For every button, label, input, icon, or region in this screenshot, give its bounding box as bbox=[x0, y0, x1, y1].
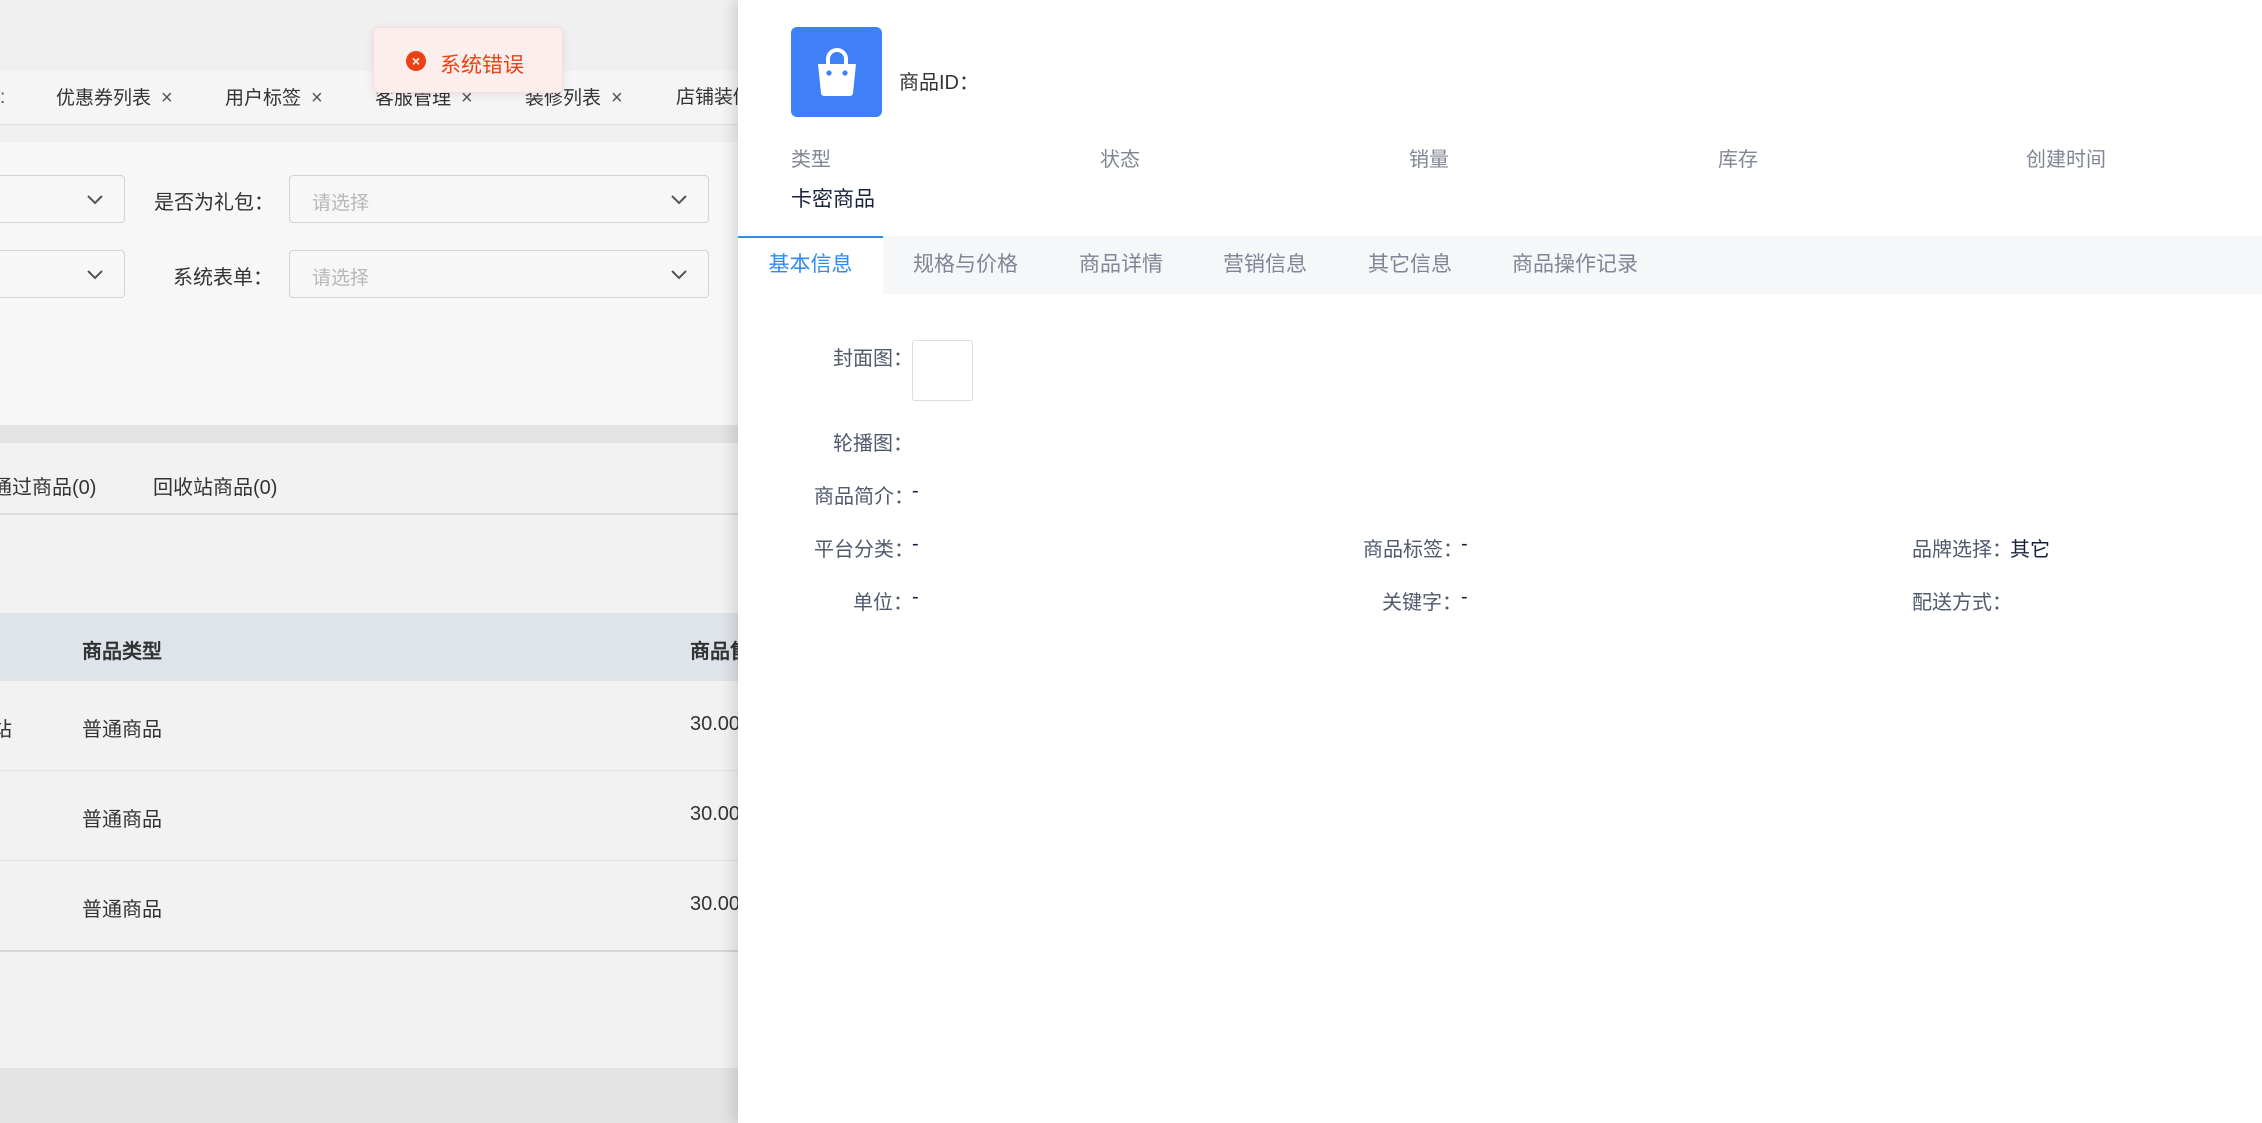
tab-other-info[interactable]: 其它信息 bbox=[1368, 236, 1452, 294]
tab-user-tags[interactable]: 用户标签 × bbox=[225, 71, 323, 125]
gift-filter-select[interactable]: 请选择 bbox=[289, 175, 709, 223]
keyword-value: - bbox=[1461, 586, 1468, 608]
table-header: 商品类型 商品售价 bbox=[0, 613, 770, 681]
tab-basic-info[interactable]: 基本信息 bbox=[738, 236, 883, 294]
tag-value: - bbox=[1461, 533, 1468, 555]
filter-panel: 是否为礼包： 请选择 系统表单： 请选择 bbox=[0, 142, 740, 425]
unit-value: - bbox=[912, 586, 919, 608]
carousel-label: 轮播图： bbox=[833, 433, 913, 455]
table-bottom-border bbox=[0, 950, 740, 952]
keyword-label: 关键字： bbox=[1382, 592, 1462, 614]
tabs-underline bbox=[0, 513, 740, 515]
tab-spec-price[interactable]: 规格与价格 bbox=[913, 236, 1018, 294]
product-list-panel: 通过商品(0) 回收站商品(0) 商品类型 商品售价 站 普通商品 30.00 … bbox=[0, 443, 770, 1068]
unit-label: 单位： bbox=[853, 592, 913, 614]
error-toast: × 系统错误 bbox=[373, 27, 563, 93]
tab-recycle-products[interactable]: 回收站商品(0) bbox=[153, 471, 277, 500]
brand-value: 其它 bbox=[2010, 539, 2050, 561]
intro-value: - bbox=[912, 480, 919, 502]
page-tabs-bar: : 优惠券列表 × 用户标签 × 客服管理 × 装修列表 × 店铺装修 bbox=[0, 71, 752, 125]
intro-label: 商品简介： bbox=[814, 486, 914, 508]
close-icon[interactable]: × bbox=[161, 87, 173, 109]
drawer-tabs: 基本信息 规格与价格 商品详情 营销信息 其它信息 商品操作记录 bbox=[738, 236, 2262, 294]
row-product-price: 30.00 bbox=[690, 713, 741, 735]
stat-sales-label: 销量 bbox=[1409, 149, 1449, 171]
page-bottom-strip bbox=[0, 1068, 740, 1123]
row-product-price: 30.00 bbox=[690, 803, 741, 825]
stat-type-value: 卡密商品 bbox=[791, 188, 875, 211]
category-label: 平台分类： bbox=[814, 539, 914, 561]
tab-label: 优惠券列表 bbox=[56, 88, 152, 109]
table-row[interactable]: 普通商品 30.00 bbox=[0, 771, 740, 861]
product-detail-drawer: 商品ID： 类型 状态 销量 库存 创建时间 卡密商品 基本信息 规格与价格 商… bbox=[738, 0, 2262, 1123]
stat-stock-label: 库存 bbox=[1718, 149, 1758, 171]
tab-label: 用户标签 bbox=[225, 88, 302, 109]
column-product-type: 商品类型 bbox=[82, 641, 162, 663]
table-row[interactable]: 普通商品 30.00 bbox=[0, 861, 740, 951]
shopping-bag-icon bbox=[818, 48, 856, 96]
tag-label: 商品标签： bbox=[1363, 539, 1463, 561]
form-filter-label: 系统表单： bbox=[173, 267, 273, 289]
form-filter-placeholder: 请选择 bbox=[312, 268, 370, 289]
row-product-price: 30.00 bbox=[690, 893, 741, 915]
stat-type-label: 类型 bbox=[791, 149, 831, 171]
cover-image[interactable] bbox=[912, 340, 973, 401]
close-icon[interactable]: × bbox=[311, 87, 323, 109]
chevron-down-icon bbox=[671, 270, 687, 280]
chevron-down-icon bbox=[87, 270, 103, 280]
chevron-down-icon bbox=[87, 195, 103, 205]
gift-filter-placeholder: 请选择 bbox=[312, 193, 370, 214]
form-filter-select[interactable]: 请选择 bbox=[289, 250, 709, 298]
toast-message: 系统错误 bbox=[440, 54, 524, 77]
chevron-down-icon bbox=[671, 195, 687, 205]
stat-status-label: 状态 bbox=[1100, 149, 1140, 171]
row-product-type: 普通商品 bbox=[82, 899, 162, 921]
section-divider bbox=[0, 425, 740, 443]
tab-failed-products[interactable]: 通过商品(0) bbox=[0, 471, 96, 500]
brand-label: 品牌选择： bbox=[1912, 539, 2012, 561]
cover-label: 封面图： bbox=[833, 348, 913, 370]
tab-coupon-list[interactable]: 优惠券列表 × bbox=[56, 71, 173, 125]
stat-created-label: 创建时间 bbox=[2026, 149, 2106, 171]
close-icon[interactable]: × bbox=[611, 87, 623, 109]
row-product-type: 普通商品 bbox=[82, 719, 162, 741]
gift-filter-label: 是否为礼包： bbox=[154, 192, 274, 214]
delivery-label: 配送方式： bbox=[1912, 592, 2012, 614]
tab-operation-log[interactable]: 商品操作记录 bbox=[1512, 236, 1638, 294]
tab-product-detail[interactable]: 商品详情 bbox=[1079, 236, 1163, 294]
product-avatar bbox=[791, 27, 882, 117]
error-circle-icon: × bbox=[406, 51, 426, 71]
tab-marketing-info[interactable]: 营销信息 bbox=[1223, 236, 1307, 294]
table-row[interactable]: 站 普通商品 30.00 bbox=[0, 681, 740, 771]
category-value: - bbox=[912, 533, 919, 555]
row-cell-cut: 站 bbox=[0, 719, 12, 741]
filter-select-cut[interactable] bbox=[0, 250, 125, 298]
tab-close-fragment: : bbox=[0, 87, 6, 108]
filter-select-cut[interactable] bbox=[0, 175, 125, 223]
row-product-type: 普通商品 bbox=[82, 809, 162, 831]
product-id-label: 商品ID： bbox=[899, 72, 979, 94]
